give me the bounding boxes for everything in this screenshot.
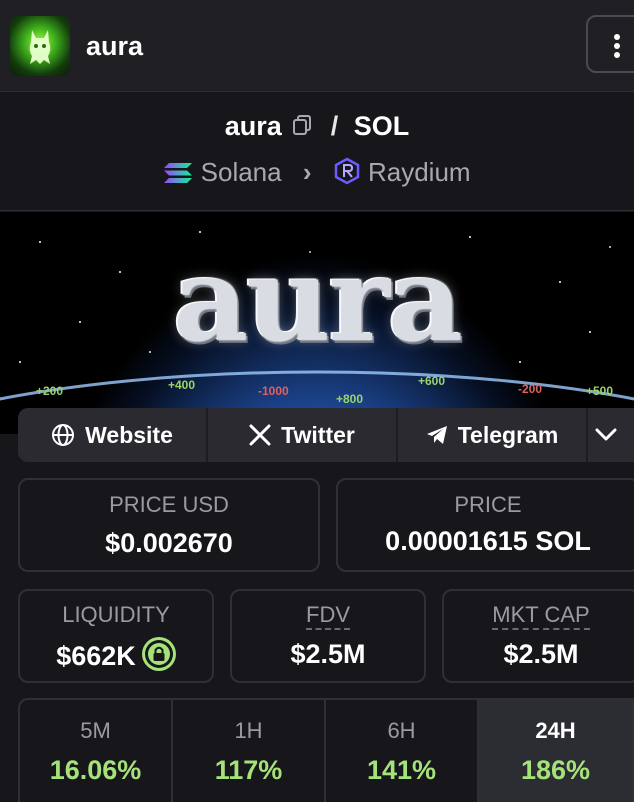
fdv-card: FDV $2.5M: [230, 589, 426, 683]
tab-24h[interactable]: 24H 186%: [479, 700, 632, 802]
tab-1h[interactable]: 1H 117%: [173, 700, 326, 802]
banner-number: +800: [336, 392, 364, 406]
chain-name[interactable]: Solana: [201, 157, 282, 187]
tab-change-value: 186%: [520, 755, 591, 785]
mktcap-label-wrap: MKT CAP: [444, 602, 634, 630]
price-label: PRICE: [454, 492, 522, 517]
price-usd-label: PRICE USD: [109, 492, 229, 517]
twitter-button[interactable]: Twitter: [208, 408, 398, 462]
tab-label: 5M: [80, 718, 111, 743]
fdv-value: $2.5M: [290, 639, 366, 669]
tab-5m[interactable]: 5M 16.06%: [20, 700, 173, 802]
social-links-bar: Website Twitter Telegram: [18, 408, 634, 462]
telegram-label: Telegram: [457, 421, 559, 448]
tab-change-value: 117%: [214, 755, 283, 785]
dex-name[interactable]: Raydium: [368, 157, 471, 187]
price-usd-card: PRICE USD $0.002670: [18, 478, 320, 572]
copy-icon[interactable]: [291, 112, 313, 135]
tab-label: 6H: [387, 718, 416, 743]
tab-change-value: 141%: [366, 755, 437, 785]
telegram-icon: [426, 426, 447, 444]
tab-change-value: 16.06%: [49, 755, 142, 785]
banner-number: -200: [518, 382, 543, 396]
banner-number: +600: [418, 374, 446, 388]
banner-number: +400: [168, 378, 196, 392]
mktcap-label[interactable]: MKT CAP: [492, 602, 590, 630]
pair-separator: /: [330, 111, 339, 141]
mktcap-value: $2.5M: [503, 639, 579, 669]
website-button[interactable]: Website: [18, 408, 208, 462]
token-banner: aura +200 +400 -1000 +800 +600 -200 +500: [0, 212, 634, 434]
liquidity-label: LIQUIDITY: [62, 602, 170, 627]
price-native-card: PRICE 0.00001615 SOL: [336, 478, 634, 572]
pair-title: aura / SOL: [0, 111, 634, 142]
kebab-dot: [614, 52, 620, 58]
base-symbol: aura: [224, 111, 282, 141]
price-usd-value: $0.002670: [105, 528, 233, 558]
kebab-menu-button[interactable]: [586, 15, 634, 73]
chevron-down-icon: [595, 428, 617, 441]
banner-number: -1000: [258, 384, 289, 398]
globe-icon: [52, 424, 75, 446]
banner-number: +500: [586, 384, 614, 398]
kebab-menu-icon: [614, 34, 620, 40]
chevron-right-icon: ›: [302, 157, 312, 187]
token-name: aura: [86, 31, 144, 61]
fdv-label[interactable]: FDV: [306, 602, 350, 630]
liquidity-card: LIQUIDITY $662K: [18, 589, 214, 683]
solana-icon: [163, 161, 193, 192]
twitter-label: Twitter: [281, 421, 355, 448]
lock-icon[interactable]: [141, 637, 176, 671]
mktcap-card: MKT CAP $2.5M: [442, 589, 634, 683]
chain-dex-breadcrumb: Solana › Raydium: [0, 157, 634, 192]
website-label: Website: [85, 421, 173, 448]
fdv-label-wrap: FDV: [232, 602, 424, 630]
kebab-dot: [614, 43, 620, 49]
tab-6h[interactable]: 6H 141%: [326, 700, 479, 802]
price-native-value: 0.00001615 SOL: [385, 526, 591, 556]
x-logo-icon: [249, 424, 271, 446]
liquidity-value: $662K: [56, 641, 136, 671]
raydium-icon: [333, 157, 361, 192]
telegram-button[interactable]: Telegram: [398, 408, 588, 462]
liquidity-row: $662K: [20, 637, 212, 672]
token-avatar: [10, 16, 70, 76]
more-links-button[interactable]: [588, 408, 634, 462]
top-header: aura: [0, 0, 634, 92]
banner-number: +200: [36, 384, 64, 398]
tab-label: 1H: [234, 718, 263, 743]
pair-info: aura / SOL Solana › Raydium: [0, 93, 634, 211]
banner-title: aura: [173, 232, 463, 368]
quote-symbol: SOL: [353, 111, 410, 141]
price-change-tabs: 5M 16.06% 1H 117% 6H 141% 24H 186%: [18, 698, 634, 802]
tab-label: 24H: [535, 718, 576, 743]
